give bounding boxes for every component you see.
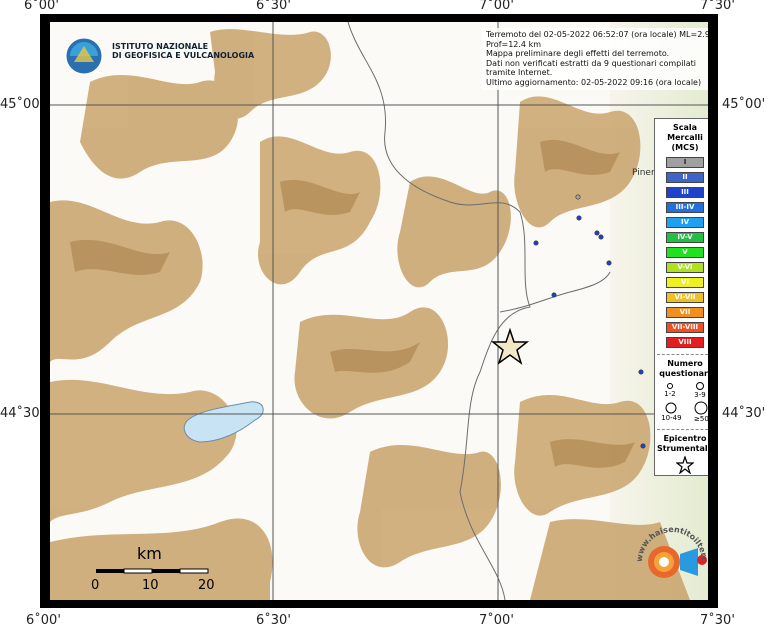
- questionnaire-point[interactable]: [606, 260, 612, 266]
- x-bottom-tick-1: 6˚00': [26, 613, 61, 628]
- info-line-4: Ultimo aggiornamento: 02-05-2022 09:16 (…: [486, 77, 702, 87]
- circle-xlarge-icon: [694, 401, 708, 415]
- mcs-item-viii: VIII: [666, 337, 704, 348]
- scale-label-0: 0: [91, 578, 100, 593]
- q-label-50: ≥50: [694, 415, 708, 423]
- info-line-3: Dati non verificati estratti da 9 questi…: [486, 58, 696, 78]
- q-xlarge: ≥50: [694, 401, 708, 423]
- x-bottom-tick-4: 7˚30': [700, 613, 735, 628]
- legend-title: Scala Mercalli (MCS): [655, 123, 708, 153]
- numero-title-1: Numero: [667, 359, 703, 368]
- legend-title-2: Mercalli: [667, 133, 703, 142]
- scale-label-10: 10: [142, 578, 159, 593]
- questionari-row-1: 1-2 3-9: [655, 381, 708, 399]
- mcs-item-iii-iv: III-IV: [666, 202, 704, 213]
- questionnaire-point[interactable]: [640, 443, 646, 449]
- info-line-1: Terremoto del 02-05-2022 06:52:07 (ora l…: [486, 30, 708, 49]
- x-bottom-tick-2: 6˚30': [256, 613, 291, 628]
- mcs-item-vi: VI: [666, 277, 704, 288]
- scale-label-20: 20: [198, 578, 215, 593]
- questionnaire-point[interactable]: [598, 234, 604, 240]
- y-left-tick-2: 44˚30': [0, 406, 44, 421]
- scale-bar: [96, 568, 209, 574]
- epicenter-legend-icon: [675, 455, 695, 475]
- map-frame: ISTITUTO NAZIONALE DI GEOFISICA E VULCAN…: [40, 14, 718, 608]
- institute-line-2: DI GEOFISICA E VULCANOLOGIA: [112, 51, 255, 60]
- mcs-item-i: I: [666, 157, 704, 168]
- info-line-2: Mappa preliminare degli effetti del terr…: [486, 49, 670, 59]
- legend-title-3: (MCS): [671, 143, 699, 152]
- epicentro-title: Epicentro Strumentale: [655, 434, 708, 454]
- y-left-tick-1: 45˚00': [0, 97, 44, 112]
- mcs-item-vii: VII: [666, 307, 704, 318]
- mcs-item-iv-v: IV-V: [666, 232, 704, 243]
- numero-title-2: questionari: [659, 369, 708, 378]
- x-top-tick-3: 7˚00': [479, 0, 514, 13]
- map-canvas[interactable]: ISTITUTO NAZIONALE DI GEOFISICA E VULCAN…: [50, 22, 708, 600]
- questionnaire-point[interactable]: [533, 240, 539, 246]
- circle-large-icon: [665, 402, 677, 414]
- y-right-tick-1: 45˚00': [722, 97, 766, 112]
- q-medium: 3-9: [694, 381, 706, 399]
- numero-title: Numero questionari: [655, 359, 708, 379]
- x-top-tick-2: 6˚30': [256, 0, 291, 13]
- questionnaire-point[interactable]: [594, 230, 600, 236]
- legend-panel: Scala Mercalli (MCS) I II III III-IV IV IV-V V…: [654, 118, 708, 476]
- haisentito-logo-icon[interactable]: www.haisentitoilterremoto.it: [630, 520, 714, 604]
- mcs-item-iv: IV: [666, 217, 704, 228]
- institute-line-1: ISTITUTO NAZIONALE: [112, 42, 209, 51]
- legend-divider-2: [657, 429, 708, 430]
- institute-name: ISTITUTO NAZIONALE DI GEOFISICA E VULCAN…: [112, 42, 254, 60]
- q-label-1-2: 1-2: [664, 390, 676, 398]
- mcs-item-vii-viii: VII-VIII: [666, 322, 704, 333]
- circle-small-icon: [667, 383, 673, 389]
- questionnaire-point[interactable]: [638, 369, 644, 375]
- mcs-scale-list: I II III III-IV IV IV-V V V-VI VI VI-VII VII VII-VI…: [655, 157, 708, 348]
- legend-title-1: Scala: [672, 123, 698, 132]
- ingv-logo-icon: [65, 37, 103, 75]
- mcs-item-v: V: [666, 247, 704, 258]
- questionari-row-2: 10-49 ≥50: [655, 401, 708, 423]
- circle-medium-icon: [696, 382, 704, 390]
- q-label-10-49: 10-49: [661, 414, 682, 422]
- q-large: 10-49: [661, 402, 682, 422]
- legend-divider: [657, 354, 708, 355]
- x-top-tick-1: 6˚00': [24, 0, 59, 13]
- mcs-item-iii: III: [666, 187, 704, 198]
- questionnaire-point[interactable]: [576, 215, 582, 221]
- q-label-3-9: 3-9: [694, 391, 706, 399]
- mcs-item-ii: II: [666, 172, 704, 183]
- mcs-item-v-vi: V-VI: [666, 262, 704, 273]
- x-top-tick-4: 7˚30': [700, 0, 735, 13]
- questionnaire-point[interactable]: [575, 194, 581, 200]
- epicentro-title-2: Strumentale: [656, 444, 708, 453]
- x-bottom-tick-3: 7˚00': [479, 613, 514, 628]
- mcs-item-vi-vii: VI-VII: [666, 292, 704, 303]
- q-small: 1-2: [664, 382, 676, 398]
- terrain-layer: [50, 22, 708, 600]
- y-right-tick-2: 44˚30': [722, 406, 766, 421]
- event-info-box: Terremoto del 02-05-2022 06:52:07 (ora l…: [482, 28, 708, 90]
- questionnaire-point[interactable]: [551, 292, 557, 298]
- epicentro-title-1: Epicentro: [663, 434, 707, 443]
